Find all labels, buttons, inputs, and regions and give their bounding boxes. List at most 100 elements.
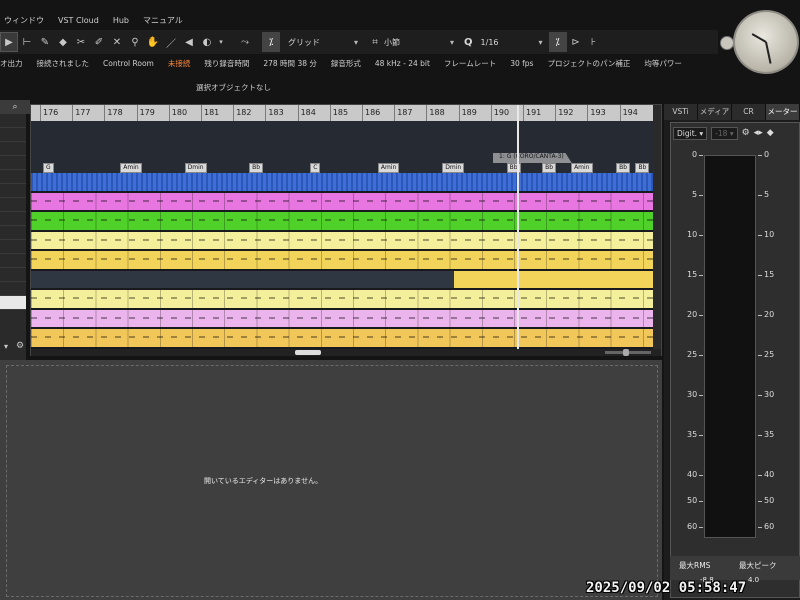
chevron-down-icon[interactable]: ▾ xyxy=(354,38,358,47)
ruler[interactable]: 176 177 178 179 180 181 182 183 184 185 186 187 188 1… xyxy=(31,105,653,121)
ruler-bar-number: 180 xyxy=(171,108,188,117)
tab-3[interactable]: メーター xyxy=(766,104,800,120)
tab-2[interactable]: CR xyxy=(732,104,766,120)
search-icon[interactable]: ⌕ xyxy=(0,100,30,114)
playhead[interactable] xyxy=(517,105,519,349)
auto-scroll-icon[interactable]: ⤳ xyxy=(236,32,254,52)
vertical-scrollbar[interactable] xyxy=(653,105,661,349)
meter-scale-label: 40 xyxy=(687,470,698,479)
range-select-tool[interactable]: ⊢ xyxy=(18,32,36,52)
marker-label[interactable]: 1: G (CORO/CANTA-3) xyxy=(493,153,572,163)
color-tool[interactable]: ◐ xyxy=(198,32,216,52)
grid-type-select[interactable]: 小節 xyxy=(384,37,400,48)
ruler-bar-number: 191 xyxy=(526,108,542,117)
chord-event[interactable]: Amin xyxy=(571,163,593,173)
menu-item-3[interactable]: マニュアル xyxy=(139,15,193,26)
meter-scale-tick xyxy=(758,355,762,356)
draw-tool[interactable]: ✎ xyxy=(36,32,54,52)
chord-event[interactable]: G xyxy=(43,163,54,173)
hand-tool[interactable]: ✋ xyxy=(144,32,162,52)
zoom-tool[interactable]: ⚲ xyxy=(126,32,144,52)
track-event[interactable] xyxy=(31,329,653,347)
track-area[interactable] xyxy=(31,173,653,349)
track-event[interactable] xyxy=(31,251,653,269)
meter-reference-select[interactable]: -18 ▾ xyxy=(711,126,738,140)
status-item-7: 48 kHz - 24 bit xyxy=(374,58,430,68)
line-tool[interactable]: ／ xyxy=(162,32,180,52)
marker-track[interactable]: 1: G (CORO/CANTA-3) G Amin Dmin Bb C Amin Dmin… xyxy=(31,121,653,173)
quantize-value-select[interactable]: 1/16 xyxy=(481,38,499,47)
chord-event[interactable]: Dmin xyxy=(184,163,207,173)
quantize-settings-icon[interactable]: ⊦ xyxy=(585,32,603,52)
quantize-icon: Q xyxy=(464,36,473,48)
track-event[interactable] xyxy=(31,231,653,250)
track-list-menu-icon[interactable]: ▾ xyxy=(4,342,8,351)
track-event[interactable] xyxy=(31,212,653,230)
ruler-bar-line xyxy=(555,105,557,121)
status-item-1: 接続されました xyxy=(36,58,90,68)
timestamp-overlay: 2025/09/02 05:58:47 xyxy=(586,580,747,596)
selection-info: 選択オブジェクトなし xyxy=(196,83,271,92)
meter-scale-label: 10 xyxy=(764,230,775,239)
chord-event[interactable]: Amin xyxy=(120,163,142,173)
mute-tool[interactable]: ✕ xyxy=(108,32,126,52)
meter-scale-tick xyxy=(699,501,703,502)
meter-scale-label: 0 xyxy=(764,150,770,159)
ruler-bar-number: 192 xyxy=(558,108,574,117)
color-caret-icon[interactable]: ▾ xyxy=(216,32,226,52)
max-peak-label: 最大ピーク xyxy=(739,561,777,570)
scroll-thumb[interactable] xyxy=(295,350,321,355)
meter-scale-tick xyxy=(758,395,762,396)
meter-scale-tick xyxy=(758,435,762,436)
chord-event[interactable]: C xyxy=(310,163,321,173)
chevron-down-icon[interactable]: ▾ xyxy=(539,38,543,47)
chevron-down-icon[interactable]: ▾ xyxy=(450,38,454,47)
object-select-tool[interactable]: ▶ xyxy=(0,32,18,52)
ruler-bar-number: 179 xyxy=(139,108,155,117)
tab-0[interactable]: VSTi xyxy=(664,104,698,120)
zoom-knob[interactable] xyxy=(623,349,629,356)
editor-empty-message: 開いているエディターはありません。 xyxy=(204,477,323,485)
chord-event[interactable]: Bb xyxy=(542,163,557,173)
ruler-bar-line xyxy=(265,105,267,121)
erase-tool[interactable]: ◆ xyxy=(54,32,72,52)
track-event[interactable] xyxy=(31,173,653,191)
menu-item-0[interactable]: ウィンドウ xyxy=(0,15,54,26)
track-event[interactable] xyxy=(31,270,653,289)
snap-type-select[interactable]: グリッド xyxy=(288,37,320,48)
lower-zone-editor xyxy=(0,360,662,600)
chord-event[interactable]: Bb xyxy=(616,163,631,173)
chord-event[interactable]: Bb xyxy=(249,163,264,173)
chord-event[interactable]: Amin xyxy=(377,163,400,173)
status-item-8: フレームレート xyxy=(443,58,497,68)
gear-icon[interactable]: ⚙ xyxy=(16,341,24,351)
menu-bar: ウィンドウ VST Cloud Hub マニュアル xyxy=(0,12,730,28)
horizontal-scrollbar[interactable] xyxy=(31,349,661,356)
menu-item-2[interactable]: Hub xyxy=(109,16,139,25)
grid-icon: ⌗ xyxy=(372,36,378,48)
chord-event[interactable]: Dmin xyxy=(442,163,465,173)
track-event[interactable] xyxy=(31,192,653,211)
quantize-apply-icon[interactable]: ⊳ xyxy=(567,32,585,52)
clock-widget xyxy=(733,10,799,74)
meter-scale-tick xyxy=(758,527,762,528)
play-tool[interactable]: ◀ xyxy=(180,32,198,52)
meter-position-icon[interactable]: ◂▸ xyxy=(754,128,763,138)
glue-tool[interactable]: ✐ xyxy=(90,32,108,52)
ruler-bar-number: 176 xyxy=(43,108,59,117)
ruler-bar-line xyxy=(136,105,138,121)
ruler-bar-line xyxy=(72,105,74,121)
snap-toggle-icon[interactable]: ⁒ xyxy=(262,32,280,52)
tab-1[interactable]: メディア xyxy=(698,104,732,120)
menu-item-1[interactable]: VST Cloud xyxy=(54,16,109,25)
track-event[interactable] xyxy=(31,290,653,308)
meter-mode-select[interactable]: Digit. ▾ xyxy=(673,126,708,140)
split-tool[interactable]: ✂ xyxy=(72,32,90,52)
meter-peak-icon[interactable]: ◆ xyxy=(767,128,774,138)
chord-event[interactable]: Bb xyxy=(635,163,650,173)
meter-scale-label: 25 xyxy=(687,350,698,359)
gear-icon[interactable]: ⚙ xyxy=(742,128,750,138)
track-event[interactable] xyxy=(31,309,653,328)
iterative-quantize-icon[interactable]: ⁒ xyxy=(548,32,567,52)
meter-scale-label: 5 xyxy=(764,190,770,199)
